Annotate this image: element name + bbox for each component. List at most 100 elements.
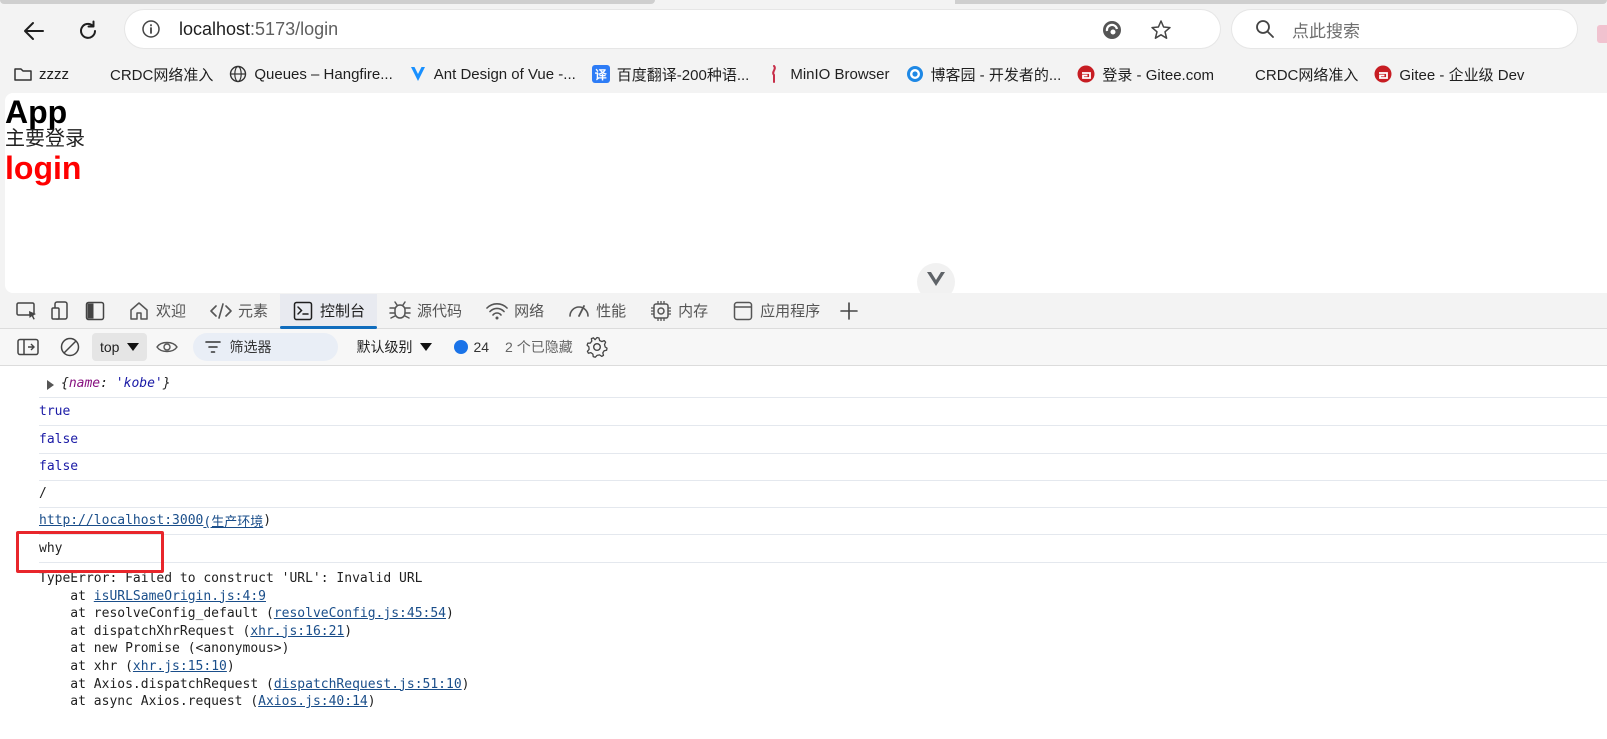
bookmarks-bar: zzzz CRDC网络准入 Queues – Hangfire... Ant D…: [0, 57, 1607, 91]
tab-label: 欢迎: [156, 303, 187, 320]
message-text: false: [39, 432, 79, 447]
object-preview: {name: 'kobe'}: [61, 376, 171, 391]
console-message: false: [39, 426, 1607, 454]
console-link[interactable]: (生产环境: [203, 511, 263, 530]
gear-icon: [586, 336, 608, 358]
address-bar[interactable]: localhost:5173/login: [125, 10, 1220, 48]
minio-icon: [765, 65, 783, 83]
source-link[interactable]: xhr.js:15:10: [133, 659, 227, 674]
tab-performance[interactable]: 性能: [556, 294, 638, 328]
navigation-bar: localhost:5173/login 点此搜索: [0, 5, 1607, 57]
filter-input[interactable]: 筛选器: [193, 333, 339, 361]
bookmark-label: 博客园 - 开发者的...: [930, 66, 1062, 84]
source-link[interactable]: xhr.js:16:21: [250, 624, 344, 639]
source-link[interactable]: resolveConfig.js:45:54: [274, 606, 446, 621]
tab-application[interactable]: 应用程序: [720, 294, 832, 328]
gauge-icon: [568, 300, 590, 322]
console-link[interactable]: http://localhost:3000: [39, 513, 203, 528]
bookmark-item[interactable]: MinIO Browser: [757, 60, 897, 88]
reload-button[interactable]: [70, 13, 106, 49]
expand-triangle-icon[interactable]: [47, 380, 54, 390]
profile-icon[interactable]: [1597, 25, 1607, 43]
block-icon: [60, 337, 80, 357]
bookmark-item[interactable]: 登录 - Gitee.com: [1069, 60, 1222, 88]
live-expression-button[interactable]: [151, 331, 183, 363]
browser-tab[interactable]: [955, 0, 1607, 4]
bookmark-item[interactable]: 博客园 - 开发者的...: [898, 60, 1070, 88]
console-message: true: [39, 398, 1607, 426]
tab-label: 性能: [596, 303, 627, 320]
page-subtitle: 主要登录: [5, 128, 85, 150]
window-icon: [732, 300, 754, 322]
tab-welcome[interactable]: 欢迎: [116, 294, 198, 328]
back-button[interactable]: [16, 13, 52, 49]
cnblogs-icon: [906, 65, 924, 83]
edge-refresh-icon[interactable]: [1100, 18, 1124, 42]
bookmark-item[interactable]: CRDC网络准入: [77, 60, 221, 88]
bookmark-item[interactable]: CRDC网络准入: [1222, 60, 1366, 88]
device-emulation-icon[interactable]: [44, 294, 78, 328]
stack-frame: at async Axios.request (Axios.js:40:14): [39, 694, 376, 710]
url-text[interactable]: localhost:5173/login: [179, 19, 338, 40]
context-label: top: [100, 339, 120, 355]
bookmark-item[interactable]: Ant Design of Vue -...: [401, 60, 584, 88]
site-info-icon[interactable]: [141, 19, 161, 39]
chip-icon: [650, 300, 672, 322]
source-link[interactable]: isURLSameOrigin.js:4:9: [94, 589, 266, 604]
url-path: :5173/login: [250, 18, 339, 39]
bookmark-item[interactable]: Queues – Hangfire...: [221, 60, 400, 88]
console-message-object[interactable]: {name: 'kobe'}: [39, 370, 1607, 398]
bookmark-label: MinIO Browser: [790, 65, 890, 83]
tab-label: 控制台: [320, 303, 366, 320]
bookmark-item[interactable]: 译 百度翻译-200种语...: [584, 60, 758, 88]
message-text: /: [39, 486, 47, 501]
annotation-highlight-box: [16, 531, 164, 573]
tab-console[interactable]: 控制台: [280, 293, 378, 329]
tab-memory[interactable]: 内存: [638, 294, 720, 328]
message-bubble-icon: [454, 340, 469, 354]
vue-logo-icon: [927, 272, 945, 286]
wifi-icon: [486, 300, 508, 322]
console-sidebar-toggle[interactable]: [12, 331, 44, 363]
message-count[interactable]: 24: [454, 339, 489, 355]
route-view-text: login: [5, 150, 82, 186]
message-count-value: 24: [473, 339, 490, 355]
bookmark-label: 登录 - Gitee.com: [1102, 66, 1215, 84]
tab-sources[interactable]: 源代码: [377, 294, 474, 328]
stack-frame: at new Promise (<anonymous>): [39, 641, 290, 657]
console-settings-button[interactable]: [581, 331, 613, 363]
page-title: App: [5, 94, 68, 130]
dock-panel-icon[interactable]: [78, 294, 112, 328]
blank-page-icon: [85, 65, 103, 83]
source-link[interactable]: dispatchRequest.js:51:10: [274, 677, 462, 692]
console-toolbar: top 筛选器 默认级别 24 2 个已隐藏: [0, 329, 1607, 366]
search-box[interactable]: 点此搜索: [1232, 10, 1577, 48]
inspect-element-icon[interactable]: [10, 294, 44, 328]
source-link[interactable]: Axios.js:40:14: [258, 694, 368, 709]
message-text: true: [39, 404, 71, 419]
stack-frame: at resolveConfig_default (resolveConfig.…: [39, 606, 454, 622]
caret-down-icon: [420, 343, 433, 351]
tab-elements[interactable]: 元素: [198, 294, 280, 328]
hidden-count: 2 个已隐藏: [505, 339, 573, 355]
clear-console-button[interactable]: [54, 331, 86, 363]
search-placeholder: 点此搜索: [1292, 21, 1360, 41]
console-message: false: [39, 453, 1607, 481]
error-stack: TypeError: Failed to construct 'URL': In…: [39, 570, 469, 711]
stack-frame: at xhr (xhr.js:15:10): [39, 658, 235, 674]
more-tools-button[interactable]: [832, 294, 866, 328]
favorite-star-icon[interactable]: [1149, 18, 1173, 42]
bookmark-item[interactable]: Gitee - 企业级 Dev: [1366, 60, 1532, 88]
tab-network[interactable]: 网络: [474, 294, 556, 328]
browser-tab[interactable]: [0, 0, 655, 4]
bookmark-label: CRDC网络准入: [110, 66, 214, 84]
vue-icon: [409, 65, 427, 83]
context-selector[interactable]: top: [92, 333, 148, 361]
bookmark-label: Gitee - 企业级 Dev: [1399, 66, 1525, 84]
console-message-highlighted: why: [39, 535, 1607, 563]
code-icon: [210, 300, 232, 322]
log-level-dropdown[interactable]: 默认级别: [356, 337, 433, 357]
vue-devtools-button[interactable]: [917, 263, 955, 293]
plus-icon: [840, 301, 858, 320]
bookmark-folder-zzzz[interactable]: zzzz: [0, 60, 77, 88]
